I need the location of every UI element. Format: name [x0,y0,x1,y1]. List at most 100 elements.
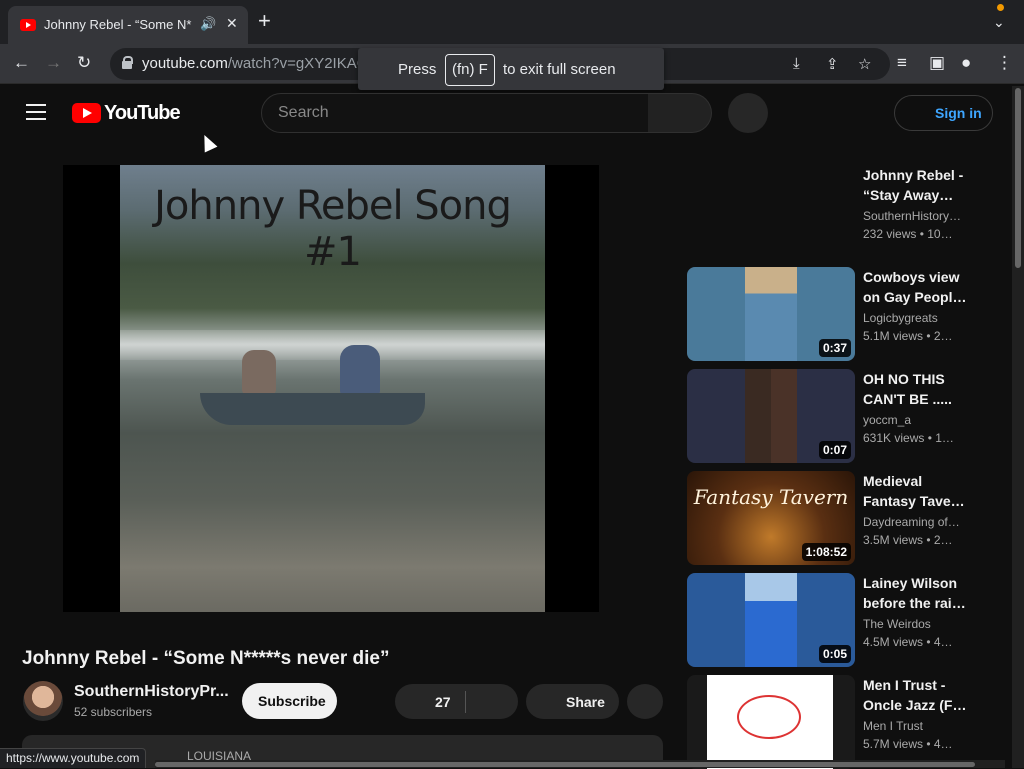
rec-title[interactable]: Lainey Wilson before the rai… [863,573,968,613]
back-icon[interactable]: ← [13,52,30,74]
browser-tab[interactable]: Johnny Rebel - “Some N* 🔊 ✕ [8,6,248,44]
youtube-play-icon [72,103,101,123]
thumb-figure [745,369,797,463]
rec-duration: 0:07 [818,441,851,459]
subscribe-label: Subscribe [258,693,326,709]
rec-title-line: on Gay People… [863,289,968,305]
sign-in-button[interactable]: Sign in [894,95,993,131]
rec-duration: 0:37 [818,339,851,357]
hamburger-icon[interactable] [26,104,46,120]
lock-icon[interactable] [122,56,133,69]
logo-text: YouTube [104,102,181,124]
fullscreen-exit-toast: Press (fn) F to exit full screen [358,48,664,90]
channel-avatar[interactable] [23,681,63,721]
rec-thumbnail[interactable] [687,675,855,769]
recommendation-item[interactable]: 0:07 OH NO THIS CAN'T BE ..... yoccm_a 63… [687,369,977,463]
toast-key-hint: (fn) F [445,54,495,86]
tab-search-chevron-icon[interactable]: ⌄ [993,14,1005,31]
rec-meta: 4.5M views • 4… [863,635,953,649]
rec-title-line: Cowboys view [863,269,960,285]
rec-title[interactable]: Cowboys view on Gay People… [863,267,968,307]
video-frame[interactable]: Johnny Rebel Song #1 [120,165,545,612]
media-icon[interactable]: ≡ [897,52,907,74]
close-tab-icon[interactable]: ✕ [226,15,238,32]
recommendation-item[interactable]: Fantasy Tavern 1:08:52 Medieval Fantasy T… [687,471,977,565]
profile-icon[interactable]: ● [961,52,971,74]
video-overlay-title: Johnny Rebel Song #1 [154,183,512,275]
status-bar-url: https://www.youtube.com [0,748,147,768]
video-player[interactable]: Johnny Rebel Song #1 [63,165,599,612]
rec-duration: 0:05 [818,645,851,663]
mic-icon[interactable] [728,93,768,133]
like-divider [465,691,466,713]
recommendation-item[interactable]: 0:37 Cowboys view on Gay People… Logicbyg… [687,267,977,361]
share-icon[interactable]: ⇪ [826,55,839,73]
toast-exit-text: to exit full screen [503,61,616,78]
youtube-logo[interactable]: YouTube [72,102,181,125]
rec-title[interactable]: Men I Trust - Oncle Jazz (F… [863,675,968,715]
forward-icon[interactable]: → [45,52,62,74]
rec-title-line: before the rai… [863,595,966,611]
rec-meta: 3.5M views • 2… [863,533,953,547]
share-button[interactable]: Share [526,684,619,719]
rec-thumbnail[interactable]: 0:05 [687,573,855,667]
menu-dots-icon[interactable]: ⋮ [996,52,1013,74]
rec-meta: 5.1M views • 2… [863,329,953,343]
url-domain: youtube.com [142,55,228,72]
rec-channel: SouthernHistory… [863,209,962,223]
rec-title-line: OH NO THIS [863,371,945,387]
search-input[interactable]: Search [261,93,649,133]
rec-channel: Logicbygreats [863,311,938,325]
rec-title-line: Johnny Rebel - [863,167,964,183]
scrollbar-thumb[interactable] [1015,88,1021,268]
video-title: Johnny Rebel - “Some N*****s never die” [22,648,390,669]
rec-title-line: Medieval [863,473,923,489]
rec-meta: 5.7M views • 4… [863,737,953,751]
rec-duration: 1:08:52 [801,543,851,561]
fisherman-figure [242,350,276,394]
thumb-drawing [707,675,833,769]
install-icon[interactable]: ⤓ [793,55,800,72]
rec-thumbnail[interactable]: 0:37 [687,267,855,361]
rec-title-line: Fantasy Taver… [863,493,968,509]
rec-title-line: Lainey Wilson [863,575,958,591]
subscribe-button[interactable]: Subscribe [242,683,337,719]
recommendation-item[interactable]: Johnny Rebel - “Stay Away… SouthernHistor… [687,165,977,259]
reload-icon[interactable]: ↻ [77,52,91,74]
boat-shape [200,393,425,425]
search-button[interactable] [648,93,712,133]
like-count[interactable]: 27 [435,694,451,710]
thumb-figure [745,573,797,667]
rec-title[interactable]: OH NO THIS CAN'T BE ..... [863,369,968,409]
rec-title-line: CAN'T BE ..... [863,391,952,407]
recommendation-item[interactable]: 0:05 Lainey Wilson before the rai… The We… [687,573,977,667]
rec-meta: 232 views • 10… [863,227,953,241]
url-path: /watch?v=gXY2IKAC [227,55,368,72]
rec-thumbnail[interactable]: 0:07 [687,369,855,463]
rec-title-line: “Stay Away… [863,187,954,203]
thumb-title-text: Fantasy Tavern [693,485,849,509]
url-text[interactable]: youtube.com/watch?v=gXY2IKAC [142,55,368,72]
youtube-favicon-icon [20,19,36,31]
recommendation-item[interactable]: Men I Trust - Oncle Jazz (F… Men I Trust … [687,675,977,769]
rec-channel: The Weirdos [863,617,931,631]
notification-dot-icon [997,4,1004,11]
horizontal-scrollbar[interactable] [155,760,1005,768]
rec-title[interactable]: Medieval Fantasy Taver… [863,471,968,511]
new-tab-icon[interactable]: + [258,10,271,32]
toast-press-text: Press [398,61,437,78]
audio-playing-icon[interactable]: 🔊 [200,16,216,32]
rec-channel: yoccm_a [863,413,912,427]
channel-name[interactable]: SouthernHistoryPr... [74,683,229,701]
vertical-scrollbar[interactable] [1012,86,1024,768]
rec-title-line: Men I Trust - [863,677,946,693]
share-label: Share [566,694,605,710]
rec-title[interactable]: Johnny Rebel - “Stay Away… [863,165,968,205]
rec-channel: Men I Trust [863,719,924,733]
more-actions-button[interactable] [627,684,663,719]
like-dislike-group[interactable]: 27 [395,684,518,719]
sidepanel-icon[interactable]: ▣ [929,52,945,74]
scrollbar-thumb[interactable] [155,762,975,767]
rec-thumbnail[interactable]: Fantasy Tavern 1:08:52 [687,471,855,565]
star-icon[interactable]: ☆ [858,55,871,73]
